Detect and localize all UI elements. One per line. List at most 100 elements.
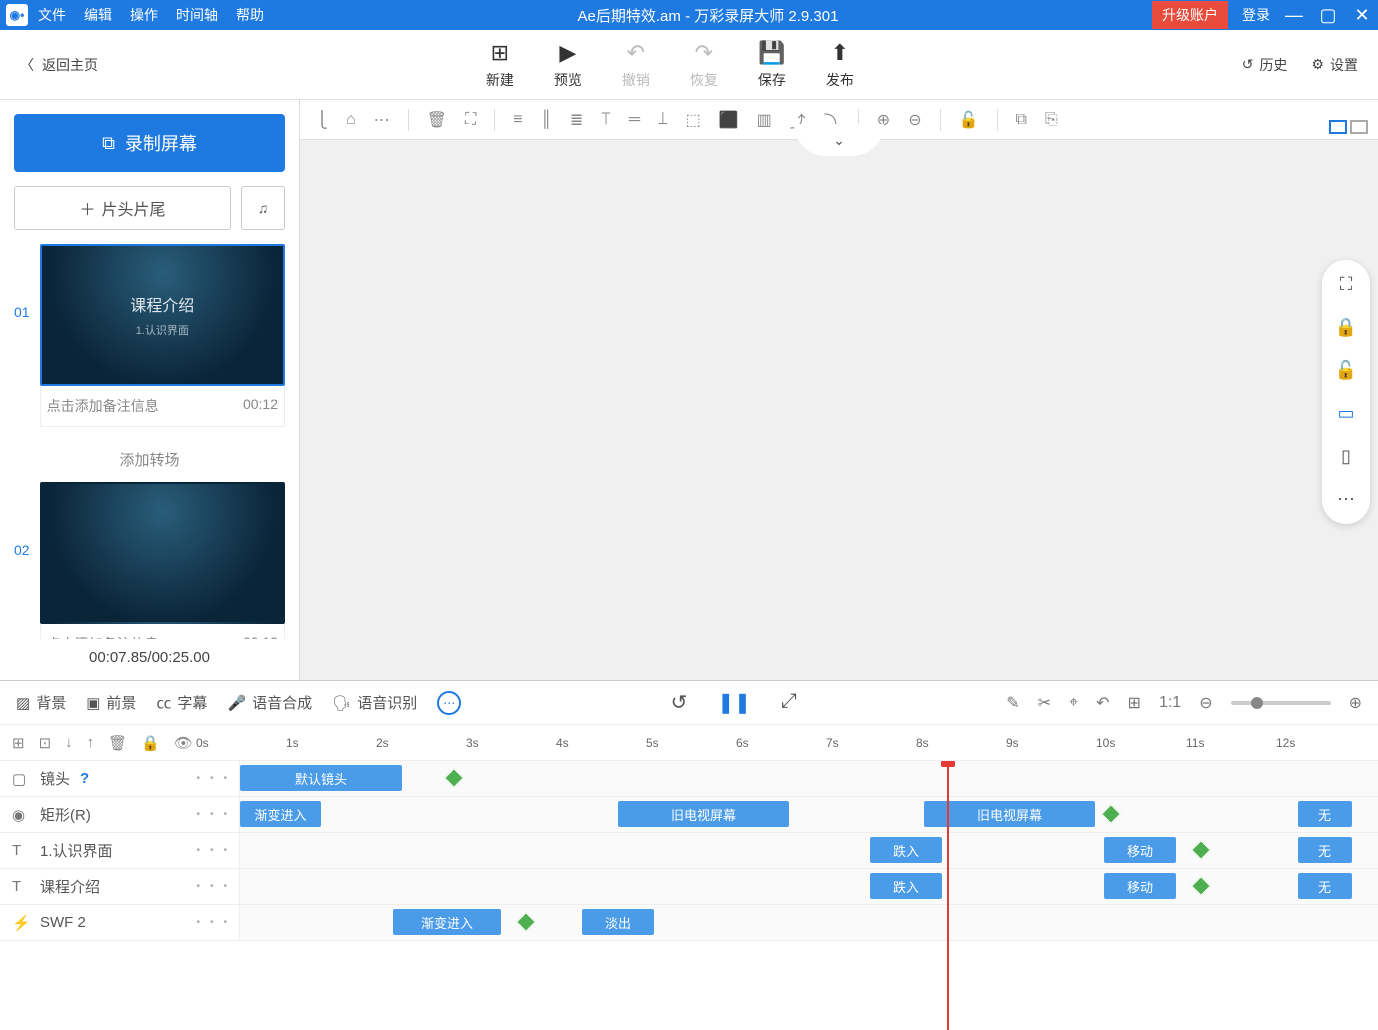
clip-默认镜头[interactable]: 默认镜头 [240, 765, 402, 791]
marker-icon[interactable]: ⊞ [1128, 693, 1141, 713]
clip-渐变进入[interactable]: 渐变进入 [240, 801, 321, 827]
clip-渐变进入[interactable]: 渐变进入 [393, 909, 501, 935]
track-lane-4[interactable]: 渐变进入 淡出 [240, 905, 1378, 940]
keyframe[interactable] [1191, 840, 1211, 860]
history-button[interactable]: ↺历史 [1242, 55, 1288, 75]
tab-subtitle[interactable]: ㏄字幕 [156, 692, 207, 713]
unlock-icon[interactable]: 🔓 [959, 110, 979, 130]
zoom-out2-icon[interactable]: ⊖ [1199, 693, 1212, 713]
track-label-0[interactable]: ▢ 镜头 ? ••• [0, 761, 240, 796]
align-hcenter-icon[interactable]: ═ [629, 111, 640, 129]
trash-icon[interactable]: 🗑 [427, 110, 447, 130]
record-screen-button[interactable]: ⧉ 录制屏幕 [14, 114, 285, 172]
upgrade-button[interactable]: 升级账户 [1152, 1, 1228, 29]
track-add-icon[interactable]: ⊞ [12, 734, 25, 752]
expand-icon[interactable]: ⤢ [781, 690, 797, 715]
clip-无[interactable]: 无 [1298, 837, 1352, 863]
minimize-icon[interactable]: — [1284, 5, 1304, 26]
keyframe[interactable] [1101, 804, 1121, 824]
tab-asr[interactable]: 🗣语音识别 [332, 692, 417, 713]
align-left-icon[interactable]: ≡ [513, 111, 522, 129]
toolbar-新建[interactable]: ⊞新建 [486, 40, 514, 90]
track-lane-1[interactable]: 渐变进入 旧电视屏幕 旧电视屏幕 无 [240, 797, 1378, 832]
keyframe[interactable] [1191, 876, 1211, 896]
filter-icon[interactable]: ⌖ [1069, 694, 1078, 712]
zoom-out-icon[interactable]: ⊖ [908, 110, 921, 130]
track-folder-icon[interactable]: ⊡ [39, 734, 52, 752]
login-button[interactable]: 登录 [1242, 5, 1270, 25]
clip-无[interactable]: 无 [1298, 873, 1352, 899]
clip-移动[interactable]: 移动 [1104, 873, 1176, 899]
track-label-4[interactable]: ⚡ SWF 2 ••• [0, 905, 240, 940]
align-right-icon[interactable]: ≣ [570, 110, 583, 130]
dist-v-icon[interactable]: ⬛ [719, 110, 739, 130]
track-label-1[interactable]: ◉ 矩形(R) ••• [0, 797, 240, 832]
slide-note[interactable]: 点击添加备注信息 [47, 396, 159, 416]
rewind-icon[interactable]: ↺ [671, 690, 688, 715]
toolbar-预览[interactable]: ▶预览 [554, 40, 582, 90]
pause-icon[interactable]: ❚❚ [717, 690, 751, 715]
slide-card-01[interactable]: 课程介绍1.认识界面 点击添加备注信息00:12 [40, 244, 285, 427]
clip-移动[interactable]: 移动 [1104, 837, 1176, 863]
more-tabs-button[interactable]: ⋯ [437, 691, 461, 715]
mobile-view-icon[interactable]: ▯ [1341, 446, 1351, 467]
zoom-slider[interactable] [1231, 701, 1331, 705]
clip-跌入[interactable]: 跌入 [870, 837, 942, 863]
track-label-3[interactable]: T 课程介绍 ••• [0, 869, 240, 904]
music-button[interactable]: ♫ [241, 186, 285, 230]
revert-icon[interactable]: ↶ [1096, 693, 1109, 713]
paste-icon[interactable]: ⎘ [1045, 111, 1058, 129]
track-lock-icon[interactable]: 🔒 [141, 734, 160, 752]
tab-background[interactable]: ▨背景 [16, 692, 66, 713]
track-label-2[interactable]: T 1.认识界面 ••• [0, 833, 240, 868]
keyframe[interactable] [444, 768, 464, 788]
playhead[interactable] [947, 761, 949, 1030]
tab-foreground[interactable]: ▣前景 [86, 692, 136, 713]
track-lane-2[interactable]: 跌入 移动 无 [240, 833, 1378, 868]
maximize-icon[interactable]: ▢ [1318, 5, 1338, 26]
home-icon[interactable]: ⌂ [346, 111, 356, 129]
clip-淡出[interactable]: 淡出 [582, 909, 654, 935]
align-bottom-icon[interactable]: ⎩ [316, 110, 328, 130]
slide-card-02[interactable]: 点击添加备注信息00:13 [40, 482, 285, 639]
menu-help[interactable]: 帮助 [236, 5, 264, 25]
track-up-icon[interactable]: ↑ [87, 734, 95, 752]
add-transition[interactable]: 添加转场 [14, 437, 285, 482]
clip-跌入[interactable]: 跌入 [870, 873, 942, 899]
help-icon[interactable]: ? [80, 770, 89, 787]
tab-tts[interactable]: 🎤语音合成 [227, 692, 312, 713]
fit-icon[interactable]: 1:1 [1159, 694, 1181, 712]
dist-h-icon[interactable]: ⬚ [686, 110, 701, 130]
unlock2-icon[interactable]: 🔓 [1335, 360, 1357, 381]
fullscreen-icon[interactable]: ⛶ [1340, 274, 1353, 295]
desktop-view-icon[interactable]: ▭ [1337, 403, 1354, 424]
copy-icon[interactable]: ⧉ [1016, 111, 1027, 129]
slide-thumb[interactable] [40, 482, 285, 624]
zoom-in2-icon[interactable]: ⊕ [1349, 693, 1362, 713]
view-mode-toggle[interactable] [1329, 120, 1368, 134]
menu-edit[interactable]: 编辑 [84, 5, 112, 25]
cut-icon[interactable]: ✂ [1038, 693, 1051, 713]
edit-icon[interactable]: ✎ [1006, 693, 1019, 713]
arrange-icon[interactable]: ▥ [757, 110, 772, 130]
more2-icon[interactable]: ⋯ [1337, 489, 1355, 510]
settings-button[interactable]: ⚙设置 [1311, 55, 1358, 75]
clip-无[interactable]: 无 [1298, 801, 1352, 827]
clip-旧电视屏幕[interactable]: 旧电视屏幕 [618, 801, 789, 827]
track-delete-icon[interactable]: 🗑 [108, 734, 127, 752]
track-lane-0[interactable]: 默认镜头 [240, 761, 1378, 796]
back-home-button[interactable]: 〈 返回主页 [20, 55, 98, 75]
track-lane-3[interactable]: 跌入 移动 无 [240, 869, 1378, 904]
menu-timeline[interactable]: 时间轴 [176, 5, 218, 25]
track-eye-icon[interactable]: 👁 [174, 734, 193, 752]
collapse-preview-button[interactable]: ⌄ [794, 124, 884, 156]
align-top-icon[interactable]: ⟙ [601, 111, 610, 129]
menu-file[interactable]: 文件 [38, 5, 66, 25]
crop-icon[interactable]: ⛶ [465, 111, 476, 129]
lock-icon[interactable]: 🔒 [1335, 317, 1357, 338]
toolbar-发布[interactable]: ⬆发布 [826, 40, 854, 90]
clip-旧电视屏幕[interactable]: 旧电视屏幕 [924, 801, 1095, 827]
toolbar-保存[interactable]: 💾保存 [758, 40, 786, 90]
align-vcenter-icon[interactable]: ║ [541, 111, 552, 129]
keyframe[interactable] [516, 912, 536, 932]
